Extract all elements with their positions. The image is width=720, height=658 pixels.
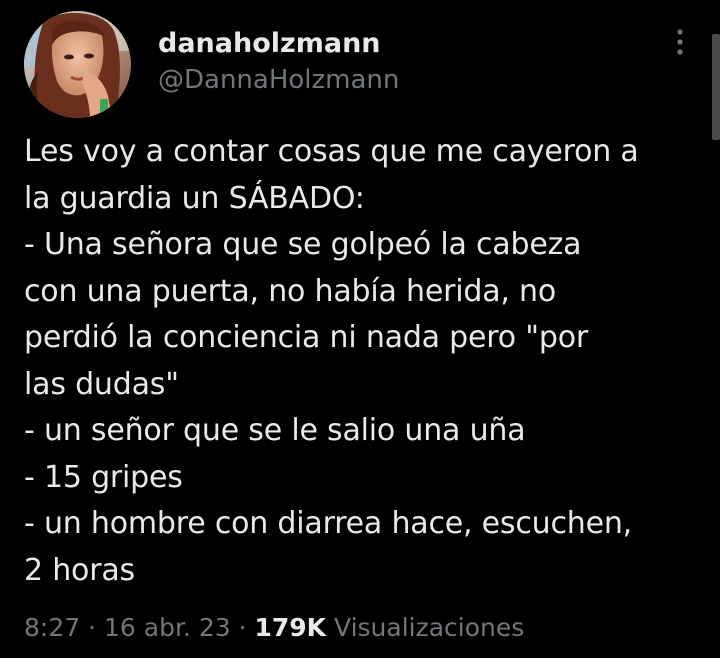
tweet-text-line: 2 horas [24,552,135,588]
tweet-text-line: con una puerta, no había herida, no [24,273,557,309]
tweet-text-line: las dudas" [24,366,179,402]
tweet-date[interactable]: 16 abr. 23 [104,613,231,642]
tweet-text-line: perdió la conciencia ni nada pero "por [24,320,588,355]
tweet-text-line: - Una señora que se golpeó la cabeza [24,227,582,262]
more-options-button[interactable] [662,24,698,60]
scrollbar-thumb[interactable] [712,34,720,140]
display-name[interactable]: danaholzmann [158,27,399,61]
tweet-time[interactable]: 8:27 [24,613,80,642]
avatar-photo [24,11,131,118]
avatar[interactable] [24,11,131,118]
author-header: danaholzmann @DannaHolzmann [158,27,399,97]
tweet-text-line: Les voy a contar cosas que me cayeron a [24,134,639,169]
tweet-text: Les voy a contar cosas que me cayeron a … [24,129,708,594]
tweet-meta: 8:27 · 16 abr. 23 · 179K Visualizaciones [24,608,524,648]
user-handle[interactable]: @DannaHolzmann [158,63,399,97]
meta-separator: · [238,613,247,642]
more-vertical-icon [677,29,683,55]
tweet-text-line: - un señor que se le salio una uña [24,413,526,448]
tweet-card: danaholzmann @DannaHolzmann Les voy a co… [0,0,720,658]
tweet-text-line: la guardia un SÁBADO: [24,180,365,216]
views-count[interactable]: 179K [255,613,327,642]
tweet-text-line: - 15 gripes [24,459,183,495]
tweet-text-line: - un hombre con diarrea hace, escuchen, [24,506,632,541]
views-label: Visualizaciones [334,613,525,642]
meta-separator: · [88,613,97,642]
